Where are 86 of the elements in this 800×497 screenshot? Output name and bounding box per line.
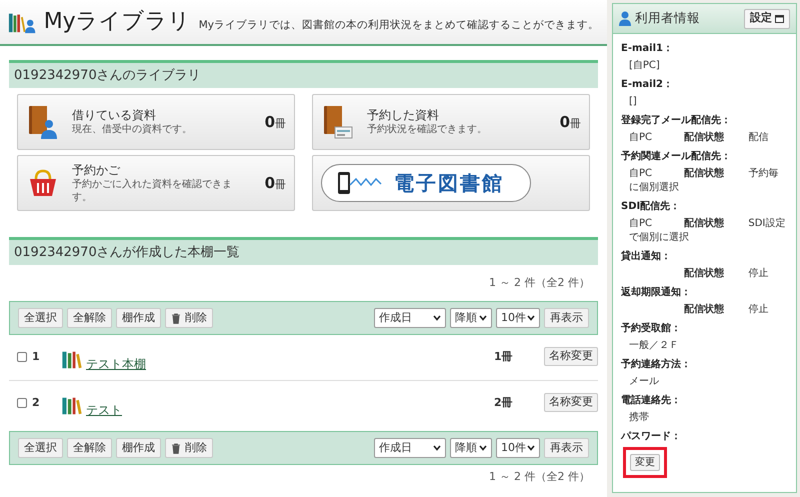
field-label: 貸出通知：	[621, 250, 672, 264]
library-card[interactable]: 借りている資料 現在、借受中の資料です。 0冊	[17, 94, 295, 150]
card-title: 予約かご	[72, 162, 121, 178]
books-icon	[61, 395, 83, 417]
book-person-icon	[27, 105, 59, 139]
card-subtitle: 現在、借受中の資料です。	[72, 123, 193, 136]
field-label: 返却期限通知：	[621, 286, 692, 300]
field-label: E-mail1：	[621, 42, 674, 56]
field-label: E-mail2：	[621, 78, 674, 92]
row-checkbox[interactable]	[17, 352, 27, 362]
delete-button[interactable]: 削除	[165, 438, 213, 458]
chevron-down-icon	[479, 445, 487, 451]
toolbar-button[interactable]: 全選択	[18, 308, 63, 328]
result-range: 1 ～ 2 件（全2 件）	[489, 468, 590, 485]
books-icon	[61, 349, 83, 371]
page-title: Myライブラリ	[44, 9, 191, 35]
section-heading: 0192342970さんが作成した本棚一覧	[9, 237, 598, 265]
delete-button[interactable]: 削除	[165, 308, 213, 328]
sort-select[interactable]: 10件	[496, 308, 540, 328]
e-library-card[interactable]: 電子図書館	[312, 155, 590, 211]
field-label: SDI配信先：	[621, 200, 682, 214]
window-icon	[775, 14, 784, 22]
card-count: 0冊	[560, 112, 581, 133]
card-count: 0冊	[264, 172, 286, 194]
chevron-down-icon	[433, 445, 441, 451]
basket-icon	[28, 169, 58, 197]
rename-button[interactable]: 名称変更	[544, 393, 598, 412]
field-value: メール	[629, 375, 659, 389]
delivery-setting: 自PC 配信状態 予約毎に個別選択	[629, 167, 780, 195]
sort-select[interactable]: 降順	[450, 308, 492, 328]
chevron-down-icon	[433, 315, 441, 321]
delivery-setting: 自PC 配信状態 配信	[629, 131, 770, 145]
row-number: 2	[32, 395, 40, 411]
refresh-button[interactable]: 再表示	[544, 308, 589, 328]
book-card-icon	[322, 105, 354, 139]
row-checkbox[interactable]	[17, 398, 27, 408]
field-label: パスワード：	[621, 430, 682, 444]
field-label: 予約受取館：	[621, 322, 682, 336]
toolbar-button[interactable]: 棚作成	[116, 438, 161, 458]
result-range: 1 ～ 2 件（全2 件）	[489, 274, 590, 291]
sort-select[interactable]: 降順	[450, 438, 492, 458]
row-number: 1	[32, 349, 40, 365]
card-subtitle: 予約かごに入れた資料を確認できます。	[72, 178, 233, 204]
trash-icon	[171, 312, 181, 324]
shelf-link[interactable]: テスト	[86, 401, 122, 419]
chevron-down-icon	[527, 315, 535, 321]
shelf-count: 2冊	[494, 395, 514, 411]
delivery-setting: 配信状態 停止	[683, 303, 770, 317]
card-title: 予約した資料	[367, 108, 440, 123]
e-library-banner[interactable]: 電子図書館	[321, 164, 531, 202]
toolbar-button[interactable]: 全解除	[67, 438, 112, 458]
card-count: 0冊	[264, 112, 286, 133]
sort-select[interactable]: 作成日	[374, 308, 446, 328]
toolbar-button[interactable]: 棚作成	[116, 308, 161, 328]
field-value: [自PC]	[629, 59, 660, 73]
settings-button[interactable]: 設定	[744, 8, 790, 28]
field-label: 登録完了メール配信先：	[621, 114, 732, 128]
section-heading: 0192342970さんのライブラリ	[9, 60, 598, 88]
card-title: 借りている資料	[72, 108, 157, 123]
panel-title: 利用者情報	[635, 9, 700, 28]
chevron-down-icon	[479, 315, 487, 321]
chevron-down-icon	[527, 445, 535, 451]
e-library-label: 電子図書館	[394, 170, 504, 197]
rename-button[interactable]: 名称変更	[544, 347, 598, 366]
trash-icon	[171, 442, 181, 454]
user-icon	[619, 11, 631, 26]
field-label: 予約関連メール配信先：	[621, 150, 732, 164]
delivery-setting: 自PC 配信状態 SDI設定で個別に選択	[629, 217, 786, 245]
delivery-setting: 配信状態 停止	[683, 267, 770, 281]
shelf-link[interactable]: テスト本棚	[86, 355, 146, 373]
refresh-button[interactable]: 再表示	[544, 438, 589, 458]
card-subtitle: 予約状況を確認できます。	[367, 123, 488, 136]
sort-select[interactable]: 作成日	[374, 438, 446, 458]
toolbar-button[interactable]: 全解除	[67, 308, 112, 328]
field-label: 電話連絡先：	[621, 394, 682, 408]
field-value: 一般／２Ｆ	[629, 339, 679, 353]
library-card[interactable]: 予約した資料 予約状況を確認できます。 0冊	[312, 94, 590, 150]
library-card[interactable]: 予約かご 予約かごに入れた資料を確認できます。 0冊	[17, 155, 295, 211]
change-password-button[interactable]: 変更	[630, 454, 660, 471]
sort-select[interactable]: 10件	[496, 438, 540, 458]
shelf-count: 1冊	[494, 349, 514, 365]
toolbar-button[interactable]: 全選択	[18, 438, 63, 458]
field-value: []	[629, 95, 637, 109]
field-label: 予約連絡方法：	[621, 358, 692, 372]
page-description: Myライブラリでは、図書館の本の利用状況をまとめて確認することができます。	[198, 18, 599, 33]
field-value: 携帯	[629, 411, 649, 425]
